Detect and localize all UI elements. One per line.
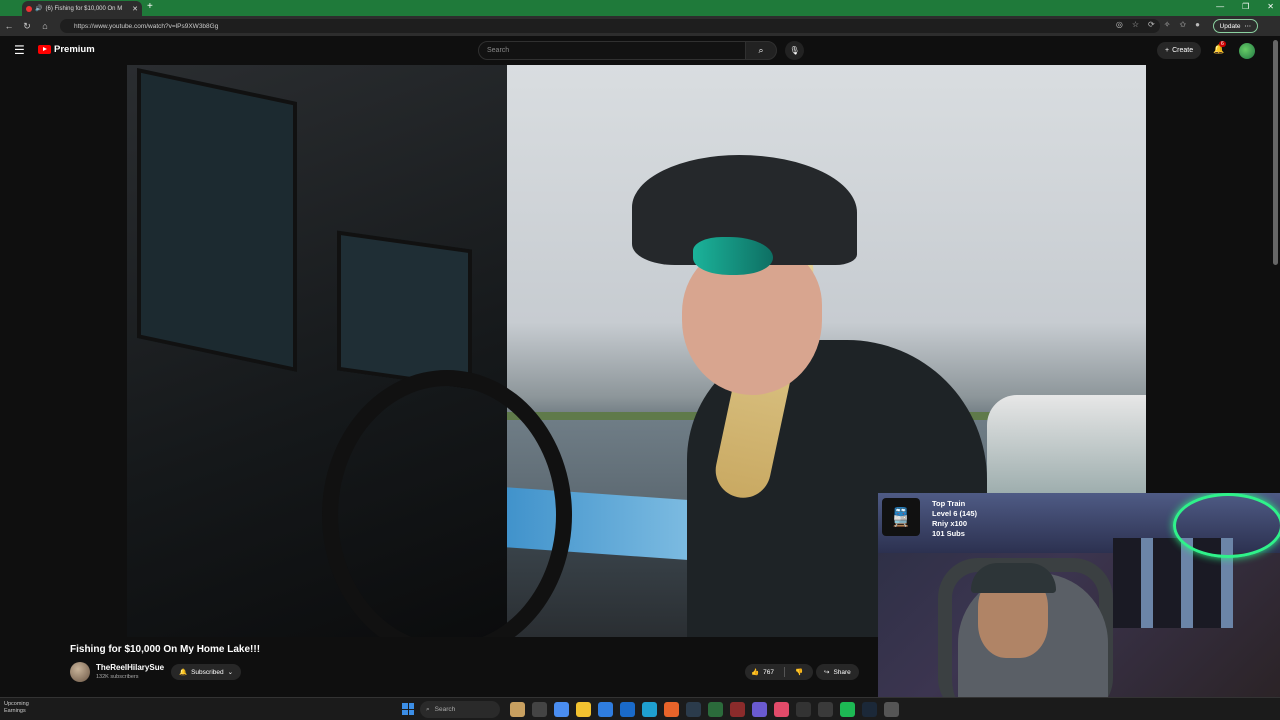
minimize-icon[interactable]: — xyxy=(1216,2,1224,11)
reload-icon[interactable]: ↻ xyxy=(18,21,36,32)
neon-sign xyxy=(1173,493,1280,558)
video-scene-steering-wheel xyxy=(322,370,572,637)
favorites-icon[interactable]: ✩ xyxy=(1179,20,1186,29)
webcam-overlay: 🚆 Top Train Level 6 (145) Rniy x100 101 … xyxy=(878,493,1280,720)
app-icon[interactable] xyxy=(884,702,899,717)
star-icon[interactable]: ☆ xyxy=(1132,20,1139,29)
app-icon[interactable] xyxy=(818,702,833,717)
more-icon: ⋯ xyxy=(1244,23,1252,30)
hype-train-top: Rniy x100 xyxy=(932,519,968,528)
search-button[interactable]: ⌕ xyxy=(745,41,777,60)
app-icon[interactable] xyxy=(532,702,547,717)
puzzle-icon[interactable]: ✧ xyxy=(1164,20,1171,29)
news-widget[interactable]: Upcoming Earnings xyxy=(4,701,29,715)
app-icon[interactable] xyxy=(598,702,613,717)
like-dislike-group: 👍 767 👎 xyxy=(745,664,813,680)
windows-taskbar: Upcoming Earnings ⌕ Search xyxy=(0,697,1280,720)
folder-icon[interactable] xyxy=(576,702,591,717)
app-icon[interactable] xyxy=(730,702,745,717)
firefox-icon[interactable] xyxy=(664,702,679,717)
refresh-extension-icon[interactable]: ⟳ xyxy=(1148,20,1155,29)
video-scene-engine xyxy=(987,395,1146,500)
video-scene-sunglasses xyxy=(693,237,773,275)
share-button[interactable]: ↪ Share xyxy=(816,664,859,680)
voice-search-button[interactable]: 🎙 xyxy=(785,41,804,60)
notification-badge: 6 xyxy=(1219,41,1226,47)
browser-tab-bar: 🔊 (6) Fishing for $10,000 On M ✕ + — ❐ ✕ xyxy=(0,0,1280,16)
notifications-button[interactable]: 🔔 6 xyxy=(1213,41,1226,55)
youtube-logo[interactable]: Premium xyxy=(38,44,95,55)
like-icon[interactable]: 👍 xyxy=(751,668,759,676)
bell-icon: 🔔 xyxy=(179,669,188,676)
speaker-icon[interactable]: 🔊 xyxy=(35,5,42,12)
extension-icons: ◎ ☆ ⟳ ✧ ✩ ● xyxy=(1116,20,1200,29)
search-icon: ⌕ xyxy=(758,45,764,55)
edge-icon[interactable] xyxy=(642,702,657,717)
tab-title: (6) Fishing for $10,000 On M xyxy=(45,5,123,12)
hype-train-title: Top Train xyxy=(932,499,966,508)
menu-icon[interactable]: ☰ xyxy=(14,43,25,57)
chrome-icon[interactable] xyxy=(554,702,569,717)
search-input[interactable]: Search xyxy=(478,41,746,60)
video-scene-console xyxy=(127,65,572,637)
video-title: Fishing for $10,000 On My Home Lake!!! xyxy=(70,644,261,655)
profile-icon[interactable]: ● xyxy=(1195,20,1200,29)
url-field[interactable]: https://www.youtube.com/watch?v=lPs9XW3b… xyxy=(60,19,1160,33)
outlook-icon[interactable] xyxy=(620,702,635,717)
hype-train-level: Level 6 (145) xyxy=(932,509,978,518)
close-tab-icon[interactable]: ✕ xyxy=(132,5,138,13)
app-icon[interactable] xyxy=(708,702,723,717)
taskbar-apps xyxy=(510,702,899,717)
app-icon[interactable] xyxy=(796,702,811,717)
address-bar-row: ← ↻ ⌂ https://www.youtube.com/watch?v=lP… xyxy=(0,16,1280,36)
video-scene-screen xyxy=(337,230,472,390)
start-icon[interactable] xyxy=(402,703,414,715)
hype-train-subs: 101 Subs xyxy=(932,529,965,538)
search-icon: ⌕ xyxy=(426,705,430,713)
youtube-play-icon xyxy=(38,45,51,54)
app-icon[interactable] xyxy=(774,702,789,717)
discord-icon[interactable] xyxy=(752,702,767,717)
window-controls: — ❐ ✕ xyxy=(1216,2,1274,11)
close-window-icon[interactable]: ✕ xyxy=(1267,2,1274,11)
subscriber-count: 132K subscribers xyxy=(96,674,139,680)
hype-train-info: Top Train Level 6 (145) Rniy x100 101 Su… xyxy=(932,499,977,539)
chevron-down-icon: ⌄ xyxy=(227,669,234,676)
page-scrollbar[interactable] xyxy=(1273,40,1278,265)
share-icon: ↪ xyxy=(824,669,830,676)
spotify-icon[interactable] xyxy=(840,702,855,717)
app-icon[interactable] xyxy=(686,702,701,717)
plus-icon: + xyxy=(1165,47,1170,54)
home-icon[interactable]: ⌂ xyxy=(36,21,54,31)
channel-name[interactable]: TheReelHilarySue xyxy=(96,663,164,672)
subscribed-button[interactable]: 🔔 Subscribed ⌄ xyxy=(171,664,242,680)
train-icon: 🚆 xyxy=(882,498,920,536)
video-scene-screen xyxy=(137,67,297,373)
app-icon[interactable] xyxy=(510,702,525,717)
like-count[interactable]: 767 xyxy=(763,669,774,676)
create-button[interactable]: + Create xyxy=(1157,42,1202,59)
webcam-cap xyxy=(971,563,1056,593)
youtube-header: ☰ Premium Search ⌕ 🎙 + Create 🔔 6 xyxy=(0,36,1280,65)
maximize-icon[interactable]: ❐ xyxy=(1242,2,1249,11)
account-avatar[interactable] xyxy=(1239,43,1255,59)
extension-icon[interactable]: ◎ xyxy=(1116,20,1123,29)
divider xyxy=(783,667,785,677)
update-button[interactable]: Update ⋯ xyxy=(1212,19,1258,33)
steam-icon[interactable] xyxy=(862,702,877,717)
dislike-icon[interactable]: 👎 xyxy=(795,668,803,676)
new-tab-icon[interactable]: + xyxy=(147,1,153,12)
channel-avatar[interactable] xyxy=(70,662,90,682)
browser-tab[interactable]: 🔊 (6) Fishing for $10,000 On M ✕ xyxy=(22,1,142,16)
taskbar-search[interactable]: ⌕ Search xyxy=(420,701,500,718)
youtube-favicon-icon xyxy=(26,5,32,12)
mic-icon: 🎙 xyxy=(789,46,800,55)
back-icon[interactable]: ← xyxy=(0,21,18,31)
